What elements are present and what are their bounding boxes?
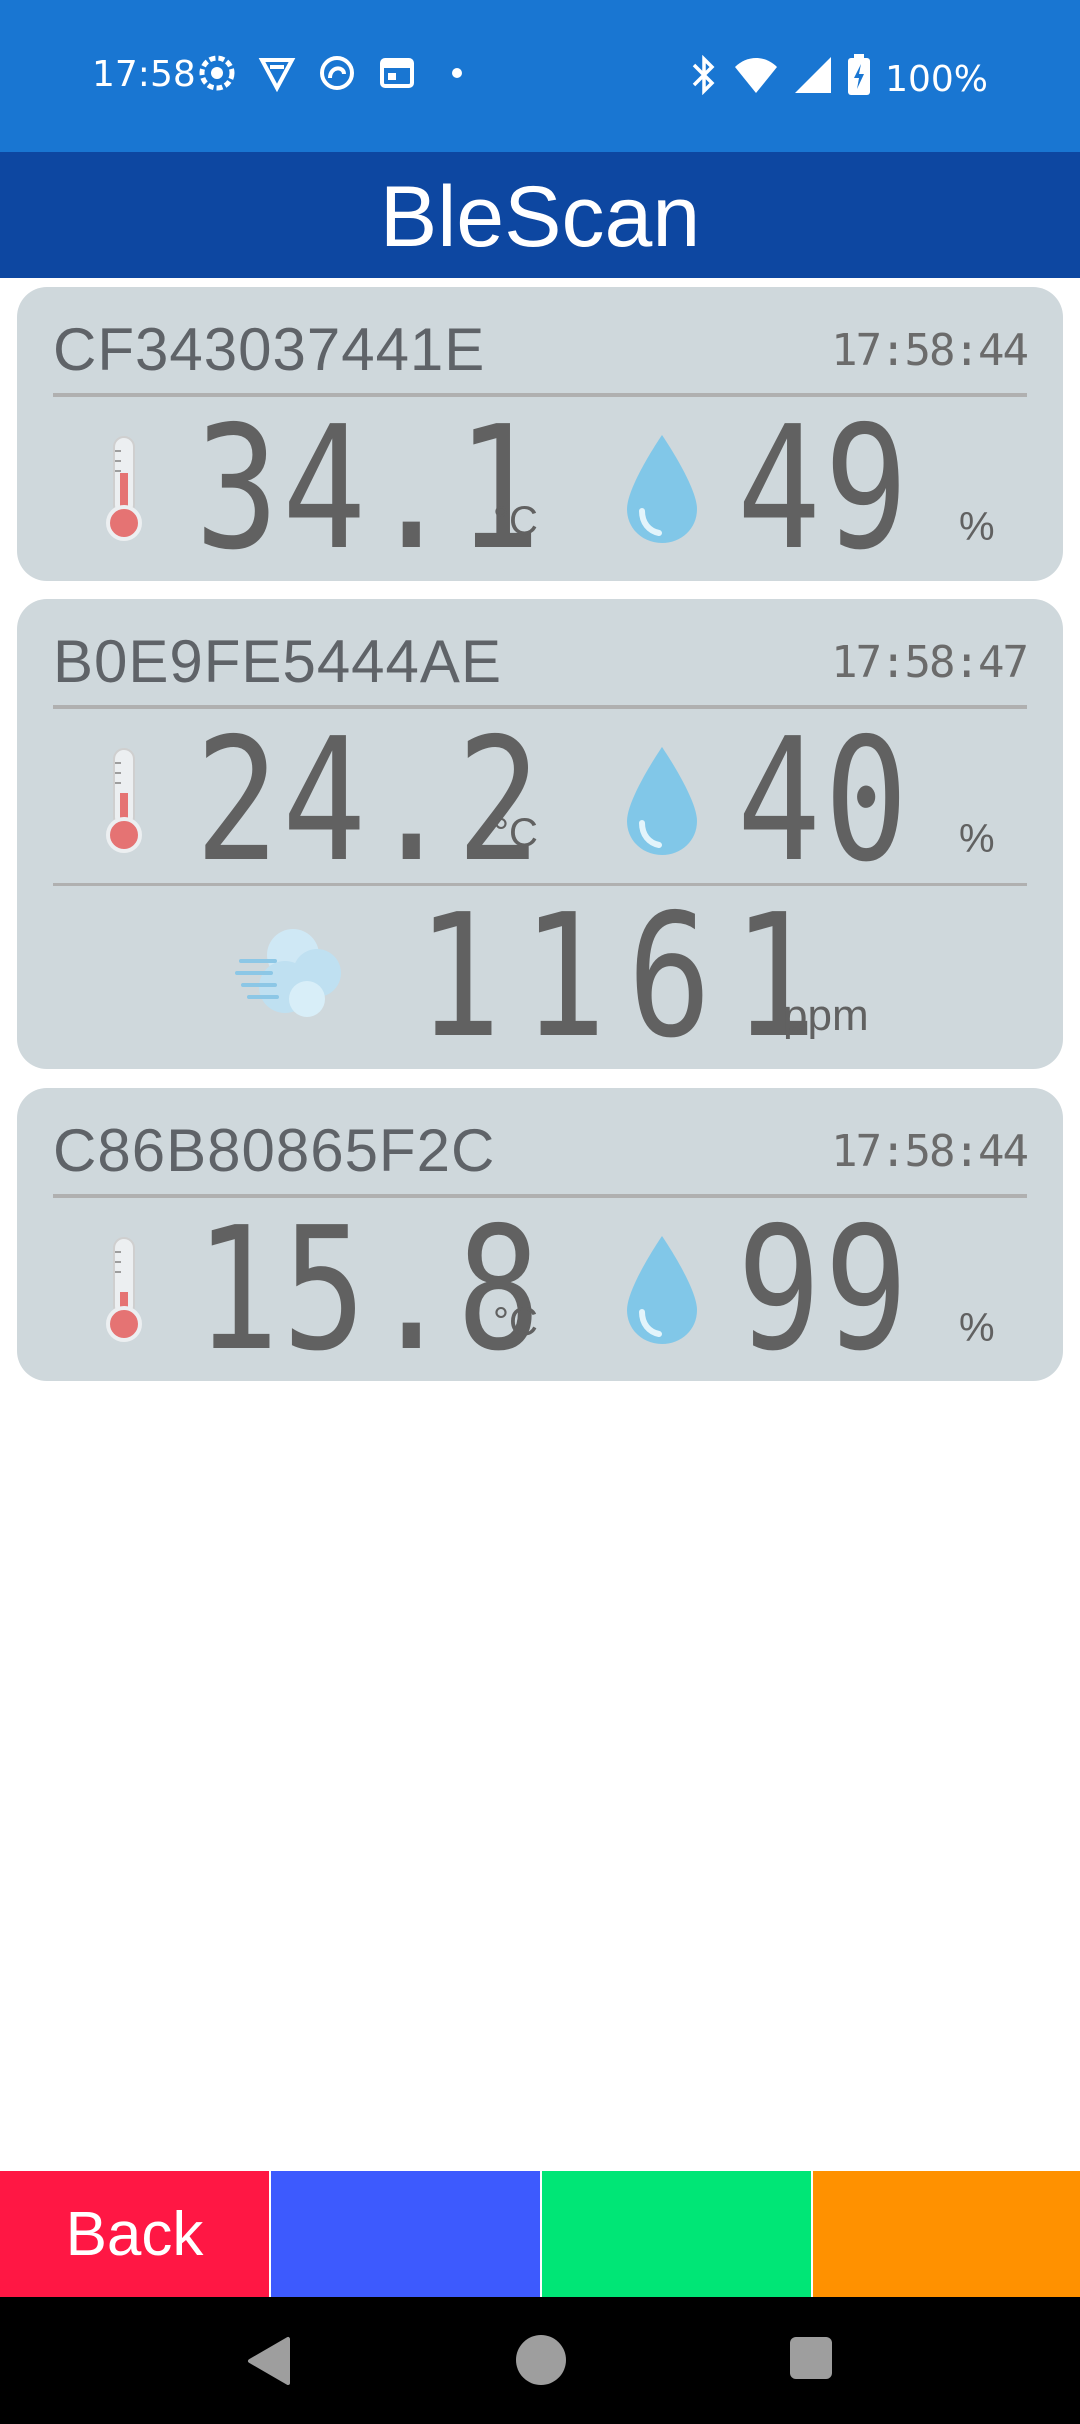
humidity-value: 49	[737, 390, 912, 588]
humidity-unit: %	[959, 1306, 995, 1350]
water-drop-icon	[627, 1236, 697, 1344]
device-card[interactable]: CF343037441E 17:58:44 34.1 °C 49 %	[17, 287, 1063, 581]
app-icon-1	[198, 54, 236, 92]
device-id: C86B80865F2C	[53, 1117, 496, 1184]
signal-icon	[793, 55, 833, 104]
battery-charging-icon	[847, 54, 871, 105]
card-header: B0E9FE5444AE 17:58:47	[53, 599, 1029, 709]
card-header: CF343037441E 17:58:44	[53, 287, 1029, 397]
status-time: 17:58	[92, 54, 196, 95]
temperature-value: 15.8	[195, 1191, 544, 1389]
device-id: B0E9FE5444AE	[53, 628, 502, 695]
humidity-value: 99	[737, 1191, 912, 1389]
co2-value: 1161	[417, 878, 838, 1076]
app-bar: BleScan	[0, 152, 1080, 278]
app-title: BleScan	[379, 168, 701, 265]
last-seen-time: 17:58:47	[831, 637, 1029, 688]
device-card[interactable]: C86B80865F2C 17:58:44 15.8 °C 99 %	[17, 1088, 1063, 1381]
notification-icons	[198, 54, 476, 92]
water-drop-icon	[627, 747, 697, 855]
wind-cloud-icon	[235, 929, 341, 1017]
temperature-value: 34.1	[195, 390, 544, 588]
temperature-unit: °C	[493, 811, 538, 855]
device-card[interactable]: B0E9FE5444AE 17:58:47 24.2 °C 40 % 1161 …	[17, 599, 1063, 1069]
bottom-button-bar: Back	[0, 2171, 1080, 2297]
nav-home-icon[interactable]	[516, 2335, 566, 2385]
card-header: C86B80865F2C 17:58:44	[53, 1088, 1029, 1198]
system-nav-bar	[0, 2297, 1080, 2424]
water-drop-icon	[627, 435, 697, 543]
temp-humidity-row: 24.2 °C 40 %	[17, 702, 1063, 900]
dot-icon	[438, 54, 476, 92]
temperature-value: 24.2	[195, 702, 544, 900]
green-button[interactable]	[542, 2171, 811, 2297]
calendar-icon	[378, 54, 416, 92]
temperature-unit: °C	[493, 499, 538, 543]
temperature-unit: °C	[493, 1300, 538, 1344]
thermometer-icon	[106, 748, 142, 853]
status-right: 100%	[689, 54, 988, 105]
co2-unit: ppm	[783, 991, 869, 1040]
last-seen-time: 17:58:44	[831, 1126, 1029, 1177]
thermometer-icon	[106, 1237, 142, 1342]
humidity-unit: %	[959, 817, 995, 861]
last-seen-time: 17:58:44	[831, 325, 1029, 376]
battery-percent: 100%	[885, 59, 988, 100]
nav-recents-icon[interactable]	[790, 2337, 832, 2379]
app-icon-2	[258, 54, 296, 92]
wifi-icon	[733, 55, 779, 104]
temp-humidity-row: 15.8 °C 99 %	[17, 1191, 1063, 1389]
device-id: CF343037441E	[53, 316, 486, 383]
status-bar: 17:58 100%	[0, 0, 1080, 152]
app-icon-3	[318, 54, 356, 92]
blue-button[interactable]	[271, 2171, 540, 2297]
humidity-value: 40	[737, 702, 912, 900]
back-button[interactable]: Back	[0, 2171, 269, 2297]
orange-button[interactable]	[813, 2171, 1080, 2297]
bluetooth-icon	[689, 54, 719, 104]
thermometer-icon	[106, 436, 142, 541]
nav-back-icon[interactable]	[244, 2335, 296, 2387]
temp-humidity-row: 34.1 °C 49 %	[17, 390, 1063, 588]
humidity-unit: %	[959, 505, 995, 549]
co2-row: 1161 ppm	[17, 878, 1063, 1076]
